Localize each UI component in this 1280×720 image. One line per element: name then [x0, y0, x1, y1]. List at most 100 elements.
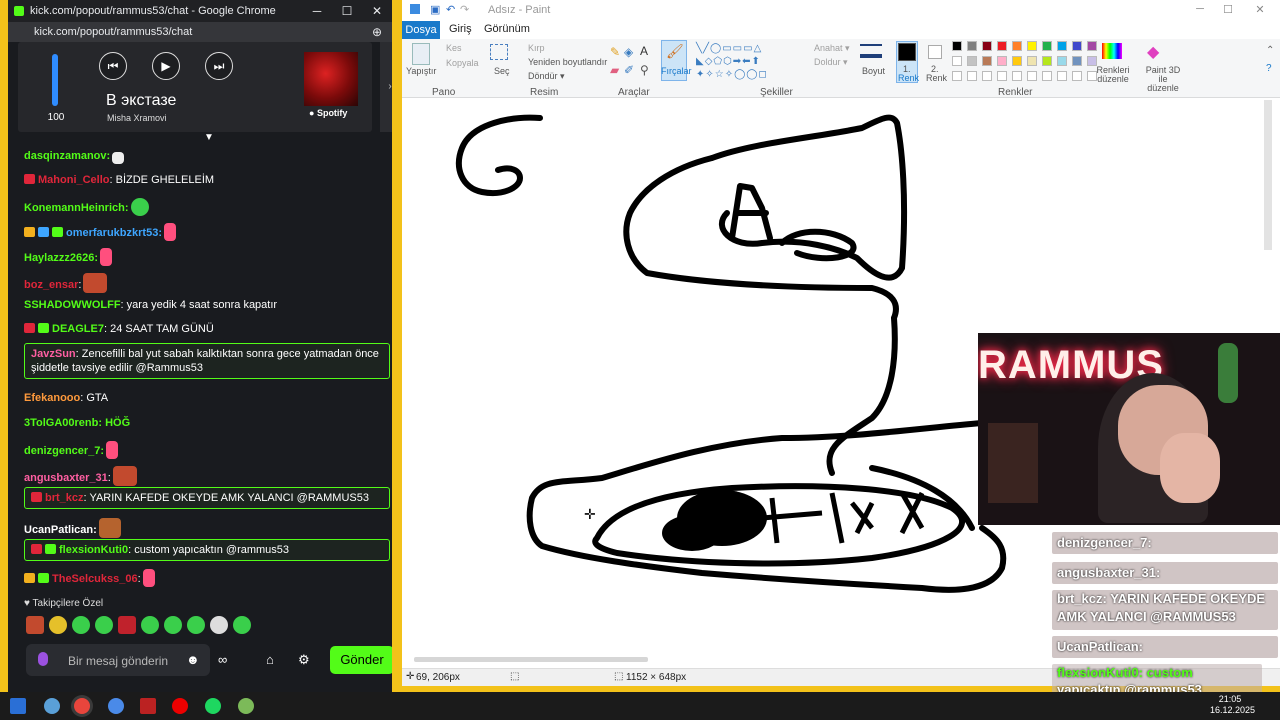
- pencil-icon[interactable]: ✎: [610, 45, 620, 59]
- shapes-gallery[interactable]: ╲╱◯▭▭▭△ ◣◇⬠⬡➡⬅⬆ ✦✧☆✧◯◯◻: [696, 42, 796, 82]
- send-button[interactable]: Gönder: [330, 646, 392, 674]
- palette-empty-swatch[interactable]: [1027, 71, 1037, 81]
- chat-username[interactable]: KonemannHeinrich:: [24, 202, 129, 214]
- taskbar-app-icon[interactable]: [44, 698, 60, 714]
- windows-start-icon[interactable]: [10, 698, 26, 714]
- magnifier-icon[interactable]: ⚲: [640, 63, 649, 77]
- horizontal-scrollbar[interactable]: [414, 657, 648, 662]
- fill-button[interactable]: Doldur ▾: [814, 57, 848, 68]
- help-icon[interactable]: ?: [1266, 63, 1272, 74]
- palette-color-swatch[interactable]: [1012, 56, 1022, 66]
- chat-username[interactable]: TheSelcukss_06: [52, 573, 138, 585]
- chat-username[interactable]: SSHADOWWOLFF: [24, 299, 121, 311]
- paint3d-icon[interactable]: ◆: [1147, 42, 1159, 62]
- spotify-expand-button[interactable]: ›: [380, 42, 392, 132]
- size-icon[interactable]: [860, 44, 882, 58]
- palette-color-swatch[interactable]: [1027, 41, 1037, 51]
- next-track-button[interactable]: ⏭: [205, 52, 233, 80]
- clipboard-icon[interactable]: [412, 43, 430, 65]
- palette-color-swatch[interactable]: [952, 56, 962, 66]
- palette-color-swatch[interactable]: [1087, 41, 1097, 51]
- emote-icon[interactable]: [233, 616, 251, 634]
- fill-icon[interactable]: ◈: [624, 45, 633, 59]
- palette-color-swatch[interactable]: [1012, 41, 1022, 51]
- palette-empty-swatch[interactable]: [982, 71, 992, 81]
- palette-empty-swatch[interactable]: [1012, 71, 1022, 81]
- previous-track-button[interactable]: ⏮: [99, 52, 127, 80]
- emote-icon[interactable]: [118, 616, 136, 634]
- copy-button[interactable]: Kopyala: [446, 58, 479, 68]
- chat-username[interactable]: flexsionKuti0: [59, 544, 128, 556]
- maximize-button[interactable]: ☐: [332, 0, 362, 22]
- undo-icon[interactable]: ↶: [446, 3, 455, 16]
- cut-button[interactable]: Kes: [446, 43, 462, 53]
- emote-icon[interactable]: [95, 616, 113, 634]
- palette-color-swatch[interactable]: [967, 41, 977, 51]
- maximize-button[interactable]: ☐: [1216, 3, 1240, 16]
- eraser-icon[interactable]: ▰: [610, 63, 619, 77]
- tab-home[interactable]: Giriş: [449, 23, 472, 35]
- palette-color-swatch[interactable]: [1057, 56, 1067, 66]
- palette-empty-swatch[interactable]: [1057, 71, 1067, 81]
- taskbar-app-icon[interactable]: [108, 698, 124, 714]
- save-icon[interactable]: ▣: [430, 3, 440, 16]
- edit-colors-icon[interactable]: [1102, 43, 1122, 59]
- emote-icon[interactable]: [26, 616, 44, 634]
- palette-color-swatch[interactable]: [1027, 56, 1037, 66]
- palette-color-swatch[interactable]: [1072, 56, 1082, 66]
- select-icon[interactable]: [490, 44, 508, 60]
- store-icon[interactable]: ⌂: [266, 652, 274, 667]
- palette-color-swatch[interactable]: [952, 41, 962, 51]
- edit-colors-button[interactable]: Renkleri düzenle: [1096, 66, 1130, 84]
- emote-icon[interactable]: [49, 616, 67, 634]
- taskbar-clock[interactable]: 21:05 16.12.2025: [1210, 694, 1255, 716]
- chat-username[interactable]: JavzSun: [31, 348, 76, 360]
- chat-input[interactable]: Bir mesaj gönderin ☻: [26, 644, 210, 676]
- tab-file[interactable]: Dosya: [402, 21, 440, 39]
- chat-username[interactable]: denizgencer_7:: [24, 445, 104, 457]
- emote-icon[interactable]: [72, 616, 90, 634]
- emote-icon[interactable]: [210, 616, 228, 634]
- palette-color-swatch[interactable]: [982, 41, 992, 51]
- spotify-icon[interactable]: [205, 698, 221, 714]
- palette-color-swatch[interactable]: [1057, 41, 1067, 51]
- palette-empty-swatch[interactable]: [952, 71, 962, 81]
- palette-color-swatch[interactable]: [982, 56, 992, 66]
- resize-button[interactable]: Yeniden boyutlandır: [528, 57, 607, 67]
- chat-username[interactable]: Haylazzz2626:: [24, 252, 98, 264]
- palette-color-swatch[interactable]: [997, 41, 1007, 51]
- vertical-scrollbar[interactable]: [1264, 100, 1272, 250]
- chat-username[interactable]: DEAGLE7: [52, 323, 104, 335]
- play-button[interactable]: ▶: [152, 52, 180, 80]
- palette-color-swatch[interactable]: [967, 56, 977, 66]
- address-bar[interactable]: kick.com/popout/rammus53/chat ⊕: [8, 22, 392, 42]
- taskbar-app-icon[interactable]: [140, 698, 156, 714]
- paste-button[interactable]: Yapıştır: [406, 66, 436, 76]
- close-button[interactable]: ✕: [1248, 3, 1272, 16]
- palette-empty-swatch[interactable]: [997, 71, 1007, 81]
- chrome-icon[interactable]: [74, 698, 90, 714]
- select-button[interactable]: Seç: [494, 66, 510, 76]
- close-button[interactable]: ✕: [362, 0, 392, 22]
- palette-color-swatch[interactable]: [1072, 41, 1082, 51]
- chevron-down-icon[interactable]: ▼: [204, 132, 214, 143]
- youtube-icon[interactable]: [172, 698, 188, 714]
- minimize-button[interactable]: ─: [1188, 3, 1212, 15]
- emote-bar[interactable]: [26, 616, 266, 636]
- palette-color-swatch[interactable]: [997, 56, 1007, 66]
- infinity-icon[interactable]: ∞: [218, 652, 227, 667]
- chat-username[interactable]: UcanPatlican:: [24, 524, 97, 536]
- zoom-icon[interactable]: ⊕: [372, 25, 382, 39]
- chat-username[interactable]: dasqinzamanov:: [24, 150, 110, 162]
- microphone-icon[interactable]: [38, 652, 48, 666]
- chat-username[interactable]: Efekanooo: [24, 392, 80, 404]
- outline-button[interactable]: Anahat ▾: [814, 43, 850, 54]
- emote-icon[interactable]: [141, 616, 159, 634]
- chat-username[interactable]: Mahoni_Cello: [38, 174, 110, 186]
- emote-icon[interactable]: [164, 616, 182, 634]
- palette-empty-swatch[interactable]: [1072, 71, 1082, 81]
- chat-username[interactable]: angusbaxter_31: [24, 472, 108, 484]
- size-button[interactable]: Boyut: [862, 66, 885, 76]
- palette-color-swatch[interactable]: [1042, 56, 1052, 66]
- crop-button[interactable]: Kırp: [528, 43, 545, 53]
